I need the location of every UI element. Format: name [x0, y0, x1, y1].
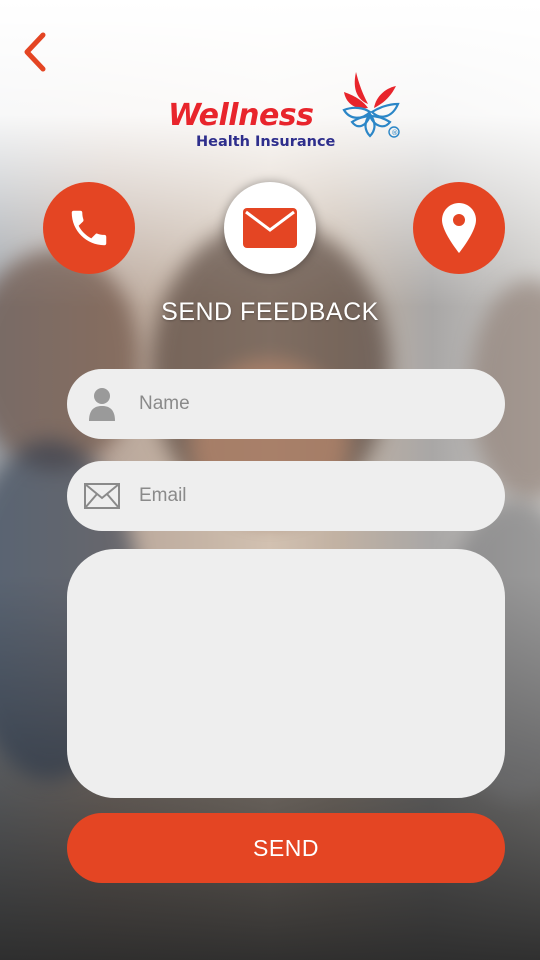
location-button[interactable] [413, 182, 505, 274]
page-title: SEND FEEDBACK [161, 298, 379, 326]
brand-logo: Wellness Health Insurance ® [166, 70, 406, 160]
message-textarea[interactable] [67, 549, 505, 798]
email-button[interactable] [224, 182, 316, 274]
envelope-icon [67, 483, 137, 509]
mail-icon [243, 208, 297, 248]
location-pin-icon [442, 203, 476, 253]
brand-tagline: Health Insurance [196, 134, 336, 150]
name-field[interactable] [67, 369, 505, 439]
email-field[interactable] [67, 461, 505, 531]
send-button[interactable]: SEND [67, 813, 505, 883]
email-input[interactable] [137, 484, 505, 508]
phone-icon [71, 210, 107, 246]
call-button[interactable] [43, 182, 135, 274]
user-icon [67, 387, 137, 421]
flower-logo-icon: ® [342, 72, 400, 138]
back-button[interactable] [14, 30, 54, 74]
brand-name: Wellness [168, 98, 314, 133]
svg-text:®: ® [391, 129, 398, 137]
chevron-left-icon [24, 32, 46, 72]
name-input[interactable] [137, 392, 505, 416]
